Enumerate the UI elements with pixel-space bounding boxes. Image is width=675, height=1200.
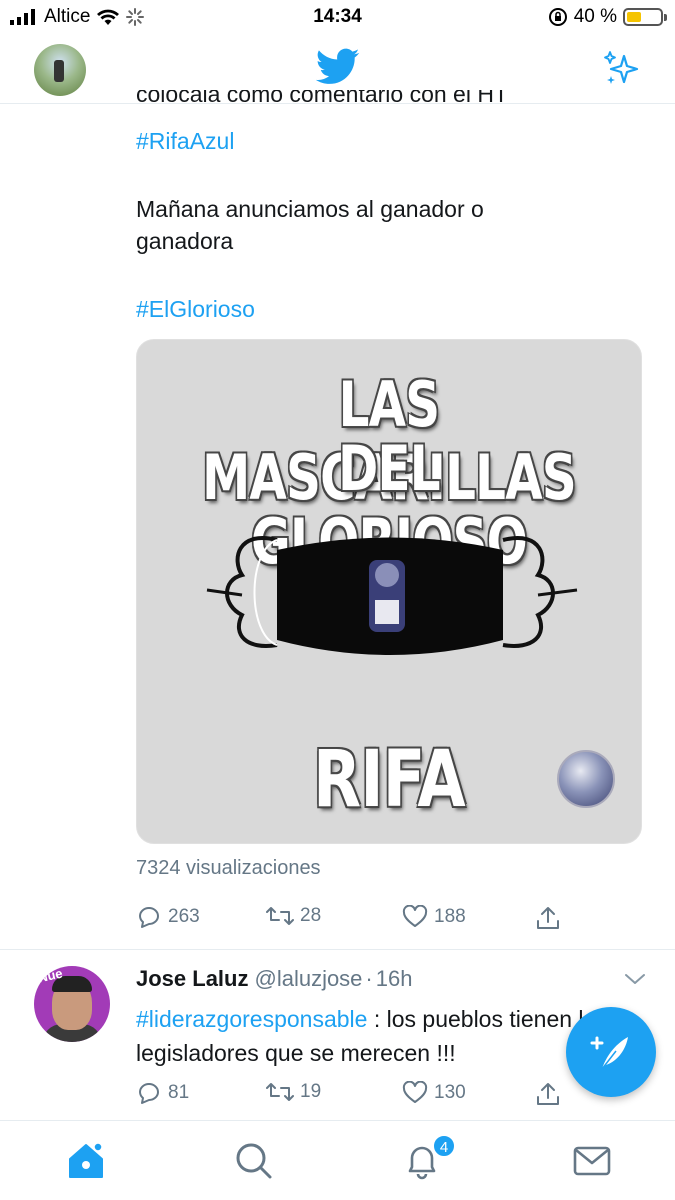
share-button[interactable] [536,1081,560,1107]
twitter-bird-icon[interactable] [316,48,360,86]
rotation-lock-icon [548,8,567,26]
face-mask-illustration [206,536,578,655]
compose-tweet-button[interactable] [566,1007,656,1097]
retweet-count: 28 [300,905,322,926]
tweet-actions: 81 19 130 [136,1081,566,1111]
hashtag-link[interactable]: #liderazgoresponsable [136,1006,367,1032]
retweet-button[interactable]: 19 [266,1081,321,1103]
battery-percent: 40 % [573,6,617,27]
tweet-time: 16h [375,966,413,991]
sparkle-icon[interactable] [602,48,642,88]
like-button[interactable]: 188 [402,905,466,929]
heart-icon [402,905,428,927]
reply-count: 81 [168,1082,190,1103]
share-button[interactable] [536,905,560,931]
reply-icon [139,907,159,928]
share-icon [537,907,559,929]
like-count: 188 [434,906,466,927]
share-icon [537,1083,559,1105]
battery-icon [623,8,667,26]
media-caption-line: RIFA [313,735,466,825]
author-avatar[interactable]: Nue [34,966,110,1042]
view-count: 7324 visualizaciones [136,857,321,879]
notification-badge: 4 [432,1134,456,1158]
reply-button[interactable]: 263 [136,905,200,929]
chevron-down-icon[interactable] [624,972,646,986]
retweet-icon [266,907,294,925]
retweet-icon [266,1083,294,1101]
home-icon[interactable] [64,1139,108,1183]
author-handle[interactable]: @laluzjose [254,966,362,991]
tweet-media-image[interactable]: LAS MASCARILLAS DEL GLORIOSO RIFA [136,339,642,844]
profile-avatar[interactable] [34,44,86,96]
separator-dot: · [365,966,373,991]
tweet-actions: 263 28 188 [136,905,566,935]
status-bar: Altice 14:34 40 % [0,0,675,34]
like-button[interactable]: 130 [402,1081,466,1105]
tweet-divider [0,949,675,950]
retweet-button[interactable]: 28 [266,905,321,927]
reply-count: 263 [168,906,200,927]
compose-feather-icon [590,1036,628,1070]
mail-icon[interactable] [570,1139,614,1183]
search-icon[interactable] [232,1139,276,1183]
tweet-text-line: Mañana anunciamos al ganador o [136,196,484,222]
reply-button[interactable]: 81 [136,1081,189,1105]
hashtag-link[interactable]: #ElGlorioso [136,293,255,325]
tweet-header: Jose Laluz @laluzjose · 16h [136,966,412,992]
tweet-text-line: ganadora [136,228,234,254]
club-logo-badge [557,750,615,808]
author-name[interactable]: Jose Laluz [136,966,248,991]
reply-icon [139,1083,159,1104]
heart-icon [402,1081,428,1103]
bottom-tab-bar [0,1120,675,1200]
hashtag-link[interactable]: #RifaAzul [136,125,234,157]
like-count: 130 [434,1082,466,1103]
tweet-text-partial: colócala como comentario con el HT [136,90,508,107]
retweet-count: 19 [300,1081,322,1102]
